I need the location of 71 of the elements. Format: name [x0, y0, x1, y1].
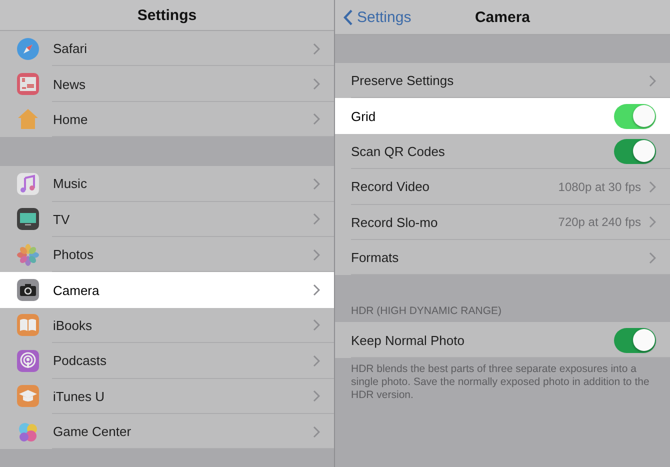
chevron-icon	[313, 213, 320, 226]
chevron-icon	[313, 284, 320, 296]
settings-item[interactable]: Camera	[0, 272, 334, 308]
item-label: Podcasts	[53, 353, 108, 368]
newspaper-icon	[16, 72, 40, 96]
settings-item[interactable]: iBooks	[0, 308, 334, 344]
item-label: Camera	[53, 282, 100, 298]
settings-row[interactable]: Scan QR Codes	[335, 134, 670, 170]
navigation-title: Settings	[137, 6, 197, 24]
flower-icon	[16, 242, 40, 267]
settings-item[interactable]: Podcasts	[0, 343, 334, 379]
item-label: Home	[53, 112, 89, 127]
chevron-icon	[649, 74, 656, 87]
item-label: Music	[53, 176, 88, 192]
row-label: Keep Normal Photo	[351, 332, 466, 348]
chevron-icon	[649, 252, 656, 264]
navigation-title: Camera	[474, 8, 530, 26]
chevron-icon	[313, 319, 320, 332]
chevron-icon	[313, 390, 320, 402]
section-footer: HDR blends the best parts of three separate exposures into a single photo. Save the normally exposed photo in addition to the HDR version.	[335, 358, 670, 408]
settings-item[interactable]: iTunes U	[0, 378, 334, 414]
item-label: Photos	[53, 247, 94, 262]
row-value: 720p at 240 fps	[558, 215, 641, 230]
settings-item[interactable]: News	[0, 66, 334, 102]
row-label: Grid	[351, 108, 377, 124]
toggle-switch[interactable]	[614, 138, 656, 164]
settings-row[interactable]: Preserve Settings	[335, 63, 670, 98]
settings-item[interactable]: Home	[0, 102, 334, 138]
toggle-switch[interactable]	[614, 104, 656, 129]
house-icon	[16, 107, 40, 132]
settings-row[interactable]: Grid	[335, 98, 670, 134]
tv-icon	[16, 207, 40, 232]
chevron-icon	[649, 180, 656, 193]
row-value: 1080p at 30 fps	[558, 180, 641, 194]
settings-item[interactable]: Game Center	[0, 414, 334, 450]
settings-item[interactable]: Safari	[0, 31, 334, 66]
podcast-icon	[16, 348, 40, 373]
chevron-icon	[313, 42, 320, 55]
chevron-icon	[649, 216, 656, 228]
settings-row[interactable]: Keep Normal Photo	[335, 322, 670, 358]
back-chevron-icon	[343, 8, 353, 26]
item-label: Safari	[53, 41, 88, 56]
row-label: Scan QR Codes	[351, 144, 446, 159]
row-label: Record Video	[351, 179, 431, 194]
section-header: HDR (HIGH DYNAMIC RANGE)	[351, 305, 502, 318]
compass-icon	[16, 36, 40, 61]
chevron-icon	[313, 426, 320, 438]
book-icon	[16, 313, 40, 338]
item-label: TV	[53, 212, 71, 227]
chevron-icon	[313, 113, 320, 126]
row-label: Formats	[351, 250, 400, 266]
graduation-cap-icon	[16, 384, 40, 408]
camera-icon	[16, 278, 40, 302]
chevron-icon	[313, 354, 320, 367]
item-label: iBooks	[53, 318, 94, 333]
settings-item[interactable]: Photos	[0, 236, 334, 272]
item-label: News	[53, 76, 87, 92]
chevron-icon	[313, 248, 320, 261]
settings-item[interactable]: Music	[0, 166, 334, 202]
settings-row[interactable]: Record Video 1080p at 30 fps	[335, 169, 670, 205]
item-label: iTunes U	[53, 388, 106, 404]
settings-row[interactable]: Formats	[335, 240, 670, 276]
settings-row[interactable]: Record Slo-mo 720p at 240 fps	[335, 204, 670, 240]
music-note-icon	[16, 172, 40, 196]
settings-item[interactable]: TV	[0, 202, 334, 237]
row-label: Preserve Settings	[351, 73, 455, 88]
item-label: Game Center	[53, 424, 132, 440]
row-label: Record Slo-mo	[351, 214, 439, 230]
chevron-icon	[313, 78, 320, 90]
toggle-switch[interactable]	[614, 328, 656, 353]
chevron-icon	[313, 178, 320, 190]
